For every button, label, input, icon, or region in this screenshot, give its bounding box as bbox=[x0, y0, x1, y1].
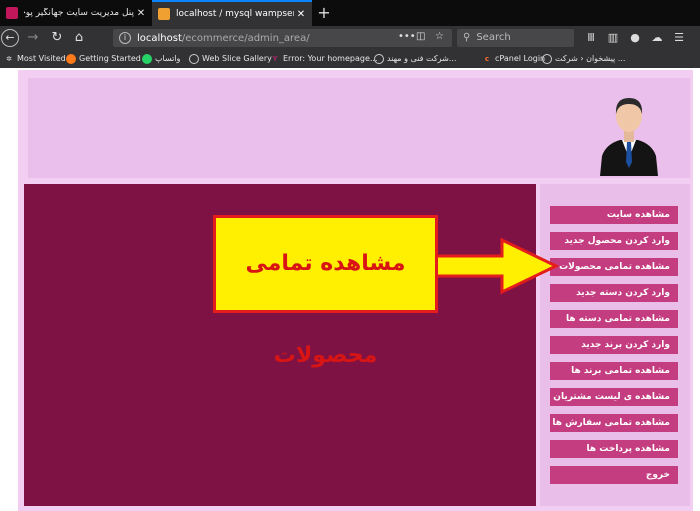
phpmyadmin-favicon-icon bbox=[158, 8, 170, 20]
sidebar-item-add-product[interactable]: وارد کردن محصول جدید bbox=[550, 232, 678, 250]
bookmark-getting-started[interactable]: Getting Started bbox=[66, 50, 141, 68]
bookmark-star-icon[interactable]: ☆ bbox=[435, 31, 444, 42]
globe-icon bbox=[374, 54, 384, 64]
bookmark-label: پیشخوان ‹ شرکت ... bbox=[555, 54, 626, 63]
bookmark-dashboard[interactable]: پیشخوان ‹ شرکت ... bbox=[542, 50, 625, 68]
sidebar-item-add-category[interactable]: وارد کردن دسته جدید bbox=[550, 284, 678, 302]
bookmarks-bar: ✲ Most Visited Getting Started واتساپ We… bbox=[0, 50, 700, 68]
firefox-icon bbox=[66, 54, 76, 64]
home-button[interactable]: ⌂ bbox=[68, 28, 90, 48]
account-icon[interactable]: ● bbox=[628, 30, 642, 46]
whatsapp-icon bbox=[142, 54, 152, 64]
menu-icon[interactable]: ☰ bbox=[672, 30, 686, 46]
reload-button[interactable]: ↻ bbox=[46, 28, 68, 48]
close-tab-icon[interactable]: ✕ bbox=[294, 9, 308, 20]
sidebar-item-add-brand[interactable]: وارد کردن برند جدید bbox=[550, 336, 678, 354]
sidebar-item-view-payments[interactable]: مشاهده پرداخت ها bbox=[550, 440, 678, 458]
cpanel-icon: c bbox=[484, 55, 490, 63]
back-arrow-icon: ← bbox=[1, 29, 19, 47]
new-tab-button[interactable]: + bbox=[314, 3, 334, 23]
url-host: localhost bbox=[137, 32, 182, 44]
bookmark-company[interactable]: شرکت فنی و مهند... bbox=[374, 50, 456, 68]
annotation-callout: مشاهده تمامی محصولات bbox=[213, 215, 438, 368]
sidebar-item-view-customers[interactable]: مشاهده ی لیست مشتریان bbox=[550, 388, 678, 406]
sidebar-item-view-products[interactable]: مشاهده تمامی محصولات bbox=[550, 258, 678, 276]
tab-title: پنل مدیریت سایت جهانگیر پوچتم bbox=[24, 8, 134, 18]
bookmark-label: Web Slice Gallery bbox=[202, 54, 272, 63]
search-icon: ⚲ bbox=[463, 32, 471, 43]
extension-icon[interactable]: ☁ bbox=[650, 30, 664, 46]
admin-sidebar: مشاهده سایت وارد کردن محصول جدید مشاهده … bbox=[540, 184, 690, 506]
bookmark-label: واتساپ bbox=[155, 54, 181, 63]
admin-avatar-icon bbox=[600, 98, 658, 176]
forward-button[interactable]: → bbox=[22, 28, 44, 48]
url-path: /ecommerce/admin_area/ bbox=[181, 32, 310, 44]
gear-icon: ✲ bbox=[6, 55, 12, 63]
reload-icon: ↻ bbox=[51, 30, 63, 45]
globe-icon bbox=[542, 54, 552, 64]
home-icon: ⌂ bbox=[74, 30, 84, 45]
site-info-icon[interactable]: i bbox=[119, 32, 131, 44]
browser-tab-admin-panel[interactable]: پنل مدیریت سایت جهانگیر پوچتم ✕ bbox=[0, 0, 152, 26]
bookmark-web-slice-gallery[interactable]: Web Slice Gallery bbox=[189, 50, 272, 68]
bookmark-most-visited[interactable]: ✲ Most Visited bbox=[4, 50, 66, 68]
globe-icon bbox=[189, 54, 199, 64]
search-placeholder: Search bbox=[476, 32, 511, 43]
page-actions-icon[interactable]: ••• bbox=[398, 31, 416, 42]
sidebars-icon[interactable]: ▥ bbox=[606, 30, 620, 46]
admin-header bbox=[28, 78, 690, 178]
bookmark-label: Error: Your homepage... bbox=[283, 54, 378, 63]
yoast-icon: Y bbox=[272, 55, 278, 63]
sidebar-item-logout[interactable]: خروج bbox=[550, 466, 678, 484]
forward-arrow-icon: → bbox=[27, 30, 39, 45]
browser-tab-phpmyadmin[interactable]: localhost / mysql wampserver | ph ✕ bbox=[152, 0, 312, 26]
sidebar-item-view-brands[interactable]: مشاهده تمامی برند ها bbox=[550, 362, 678, 380]
browser-navigation-bar: ← → ↻ ⌂ i localhost/ecommerce/admin_area… bbox=[0, 26, 700, 50]
sidebar-item-view-categories[interactable]: مشاهده تمامی دسته ها bbox=[550, 310, 678, 328]
bookmark-error-homepage[interactable]: Y Error: Your homepage... bbox=[270, 50, 378, 68]
site-favicon-icon bbox=[6, 7, 18, 19]
address-bar[interactable]: i localhost/ecommerce/admin_area/ ••• ◫ … bbox=[113, 29, 452, 47]
annotation-arrow-icon bbox=[436, 237, 560, 295]
sidebar-item-view-site[interactable]: مشاهده سایت bbox=[550, 206, 678, 224]
search-input[interactable]: ⚲ Search bbox=[457, 29, 574, 47]
pocket-icon[interactable]: ◫ bbox=[416, 31, 425, 42]
bookmark-cpanel-login[interactable]: c cPanel Login bbox=[482, 50, 545, 68]
bookmark-label: Most Visited bbox=[17, 54, 66, 63]
library-icon[interactable]: Ⅲ bbox=[584, 30, 598, 46]
sidebar-item-view-orders[interactable]: مشاهده تمامی سفارش ها bbox=[550, 414, 678, 432]
browser-tab-strip: پنل مدیریت سایت جهانگیر پوچتم ✕ localhos… bbox=[0, 0, 700, 26]
bookmark-whatsapp[interactable]: واتساپ bbox=[142, 50, 180, 68]
close-tab-icon[interactable]: ✕ bbox=[134, 8, 148, 19]
tab-title: localhost / mysql wampserver | ph bbox=[176, 9, 294, 19]
bookmark-label: Getting Started bbox=[79, 54, 141, 63]
bookmark-label: شرکت فنی و مهند... bbox=[387, 54, 457, 63]
bookmark-label: cPanel Login bbox=[495, 54, 546, 63]
back-button[interactable]: ← bbox=[0, 28, 20, 48]
